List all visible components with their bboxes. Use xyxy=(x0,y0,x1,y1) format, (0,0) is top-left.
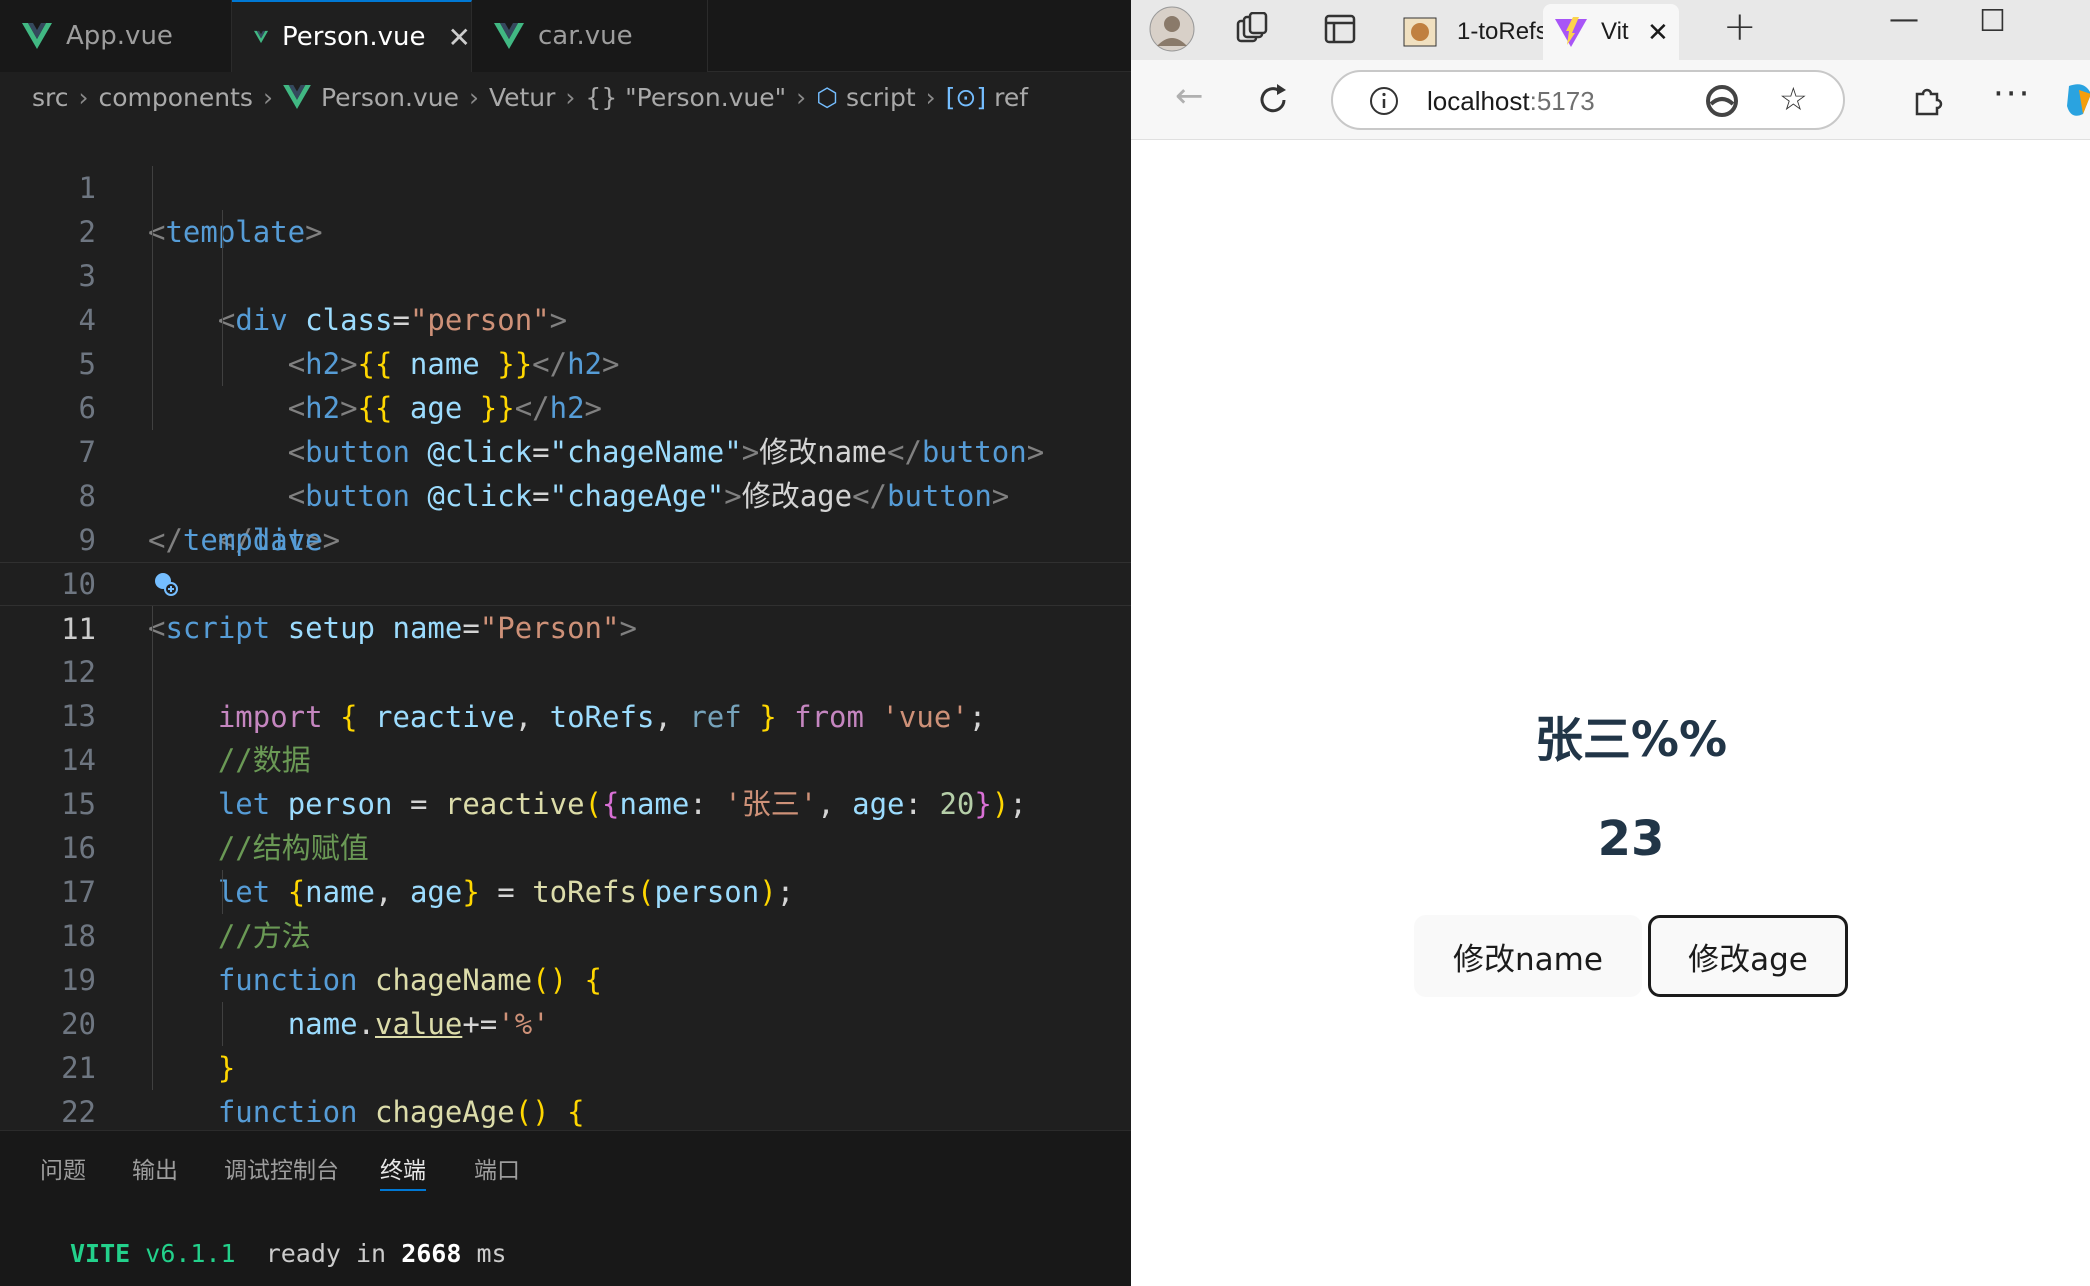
vue-logo-icon xyxy=(494,23,524,49)
panel-tab-debug-console[interactable]: 调试控制台 xyxy=(224,1151,339,1191)
person-name-heading: 张三%% xyxy=(1534,712,1728,768)
breadcrumb-item[interactable]: src xyxy=(32,83,69,112)
tab-label: App.vue xyxy=(66,21,173,51)
breadcrumb-item[interactable]: Vetur xyxy=(489,83,555,112)
browser-tab-label: Vit xyxy=(1601,18,1629,45)
chevron-right-icon: › xyxy=(262,82,273,112)
browser-tab-vite[interactable]: Vit ✕ xyxy=(1543,4,1679,60)
chevron-right-icon: › xyxy=(78,82,89,112)
code-line: 19 } xyxy=(0,914,1131,1085)
breadcrumb-item[interactable]: script xyxy=(846,83,916,112)
url-host: localhost xyxy=(1427,86,1530,116)
code-line: 21 age.value+=1; xyxy=(0,1002,1131,1173)
code-line: 4 <h2>{{ age }}</h2> xyxy=(0,254,1131,425)
panel-tab-terminal[interactable]: 终端 xyxy=(380,1151,426,1191)
code-line: 12 //数据 xyxy=(0,606,1131,777)
minimize-icon[interactable]: — xyxy=(1889,2,1919,37)
code-line: 10 <script setup name="Person"> xyxy=(0,518,1131,645)
code-line: 2 <div class="person"> xyxy=(0,166,1131,337)
address-bar[interactable]: localhost:5173 ☆ xyxy=(1331,70,1845,130)
code-line: 1 <template> xyxy=(0,122,1131,249)
new-tab-icon[interactable]: + xyxy=(1723,4,1757,50)
browser-window: 1-toRefs Vit ✕ + — ☐ ← localhost:5173 ☆ … xyxy=(1131,0,2090,1286)
code-line: 5 <button @click="chageName">修改name</but… xyxy=(0,298,1131,469)
page-favicon-icon xyxy=(1403,17,1437,47)
vite-logo-icon xyxy=(1555,17,1587,47)
lightbulb-icon[interactable] xyxy=(152,571,178,597)
breadcrumb-item[interactable]: ref xyxy=(994,83,1028,112)
panel-tab-ports[interactable]: 端口 xyxy=(474,1151,520,1191)
chevron-right-icon: › xyxy=(925,82,936,112)
breadcrumb-item[interactable]: components xyxy=(99,83,253,112)
url-text[interactable]: localhost:5173 xyxy=(1427,86,1595,117)
code-line-current: 11 import { reactive, toRefs, ref } from… xyxy=(0,562,1131,734)
code-line: 15 let {name, age} = toRefs(person); xyxy=(0,738,1131,909)
vue-logo-icon xyxy=(22,23,52,49)
tab-car-vue[interactable]: car.vue xyxy=(472,0,708,72)
code-line: 14 //结构赋值 xyxy=(0,694,1131,865)
vue-logo-icon xyxy=(254,30,269,44)
cube-icon: ⬡ xyxy=(816,82,838,112)
code-area[interactable]: 1 <template> 2 <div class="person"> 3 <h… xyxy=(0,122,1131,1217)
editor-tab-bar: App.vue Person.vue ✕ car.vue xyxy=(0,0,1131,72)
info-icon[interactable] xyxy=(1369,86,1399,116)
breadcrumb-item[interactable]: {} "Person.vue" xyxy=(585,83,786,112)
terminal-vite-label: VITE xyxy=(70,1239,131,1268)
breadcrumb: src › components › Person.vue › Vetur › … xyxy=(0,72,1131,122)
terminal-ms-value: 2668 xyxy=(401,1239,462,1268)
terminal-output[interactable]: VITE v6.1.1 ready in 2668 ms xyxy=(70,1239,507,1268)
bottom-panel: 问题 输出 调试控制台 终端 端口 VITE v6.1.1 ready in 2… xyxy=(0,1130,1131,1286)
browser-title-bar: 1-toRefs Vit ✕ + — ☐ xyxy=(1131,0,2090,60)
browser-toolbar: ← localhost:5173 ☆ ··· xyxy=(1131,60,2090,140)
person-age-heading: 23 xyxy=(1597,811,1665,867)
tab-label: Person.vue xyxy=(282,22,426,52)
variable-icon: [⊙] xyxy=(945,82,987,112)
copilot-icon[interactable] xyxy=(2065,80,2090,120)
tab-person-vue[interactable]: Person.vue ✕ xyxy=(232,0,472,72)
close-icon[interactable]: ✕ xyxy=(1647,17,1669,48)
tab-actions-icon[interactable] xyxy=(1323,12,1357,46)
code-line: 9 xyxy=(0,474,1131,557)
collections-icon[interactable] xyxy=(1235,12,1269,46)
chevron-right-icon: › xyxy=(565,82,576,112)
extensions-icon[interactable] xyxy=(1909,82,1945,118)
code-line: 6 <button @click="chageAge">修改age</butto… xyxy=(0,342,1131,513)
change-age-button[interactable]: 修改age xyxy=(1648,915,1848,997)
page-viewport: 张三%% 23 修改name 修改age xyxy=(1131,140,2090,1286)
vue-logo-icon xyxy=(283,85,311,109)
browser-tab-label: 1-toRefs xyxy=(1457,18,1548,45)
code-editor: App.vue Person.vue ✕ car.vue src › compo… xyxy=(0,0,1131,1286)
terminal-ms-unit: ms xyxy=(476,1239,507,1268)
code-line: 22 } xyxy=(0,1046,1131,1217)
tab-label: car.vue xyxy=(538,21,633,51)
breadcrumb-item[interactable]: Person.vue xyxy=(321,83,459,112)
code-line: 3 <h2>{{ name }}</h2> xyxy=(0,210,1131,381)
code-line: 17 function chageName() { xyxy=(0,826,1131,997)
maximize-icon[interactable]: ☐ xyxy=(1979,4,2006,39)
reload-icon[interactable] xyxy=(1255,82,1291,118)
code-line: 23 </script> xyxy=(0,1090,1131,1217)
code-line: 18 name.value+='%' xyxy=(0,870,1131,1041)
edge-logo-icon[interactable] xyxy=(1705,84,1739,118)
url-port: :5173 xyxy=(1529,86,1595,116)
panel-tab-problems[interactable]: 问题 xyxy=(40,1151,86,1191)
code-line: 8 </template> xyxy=(0,430,1131,557)
panel-tab-output[interactable]: 输出 xyxy=(132,1151,178,1191)
more-menu-icon[interactable]: ··· xyxy=(1993,74,2031,114)
code-line: 7 </div> xyxy=(0,386,1131,557)
change-name-button[interactable]: 修改name xyxy=(1414,915,1642,997)
back-arrow-icon[interactable]: ← xyxy=(1175,76,1204,116)
tab-app-vue[interactable]: App.vue xyxy=(0,0,232,72)
favorite-star-icon[interactable]: ☆ xyxy=(1779,80,1808,118)
terminal-version: v6.1.1 xyxy=(145,1239,236,1268)
code-line: 20 function chageAge() { xyxy=(0,958,1131,1129)
code-line: 13 let person = reactive({name: '张三', ag… xyxy=(0,650,1131,821)
chevron-right-icon: › xyxy=(468,82,479,112)
terminal-ready-text: ready in xyxy=(265,1239,387,1268)
profile-avatar-icon[interactable] xyxy=(1149,6,1195,52)
code-line: 16 //方法 xyxy=(0,782,1131,953)
close-icon[interactable]: ✕ xyxy=(448,21,471,54)
chevron-right-icon: › xyxy=(796,82,807,112)
